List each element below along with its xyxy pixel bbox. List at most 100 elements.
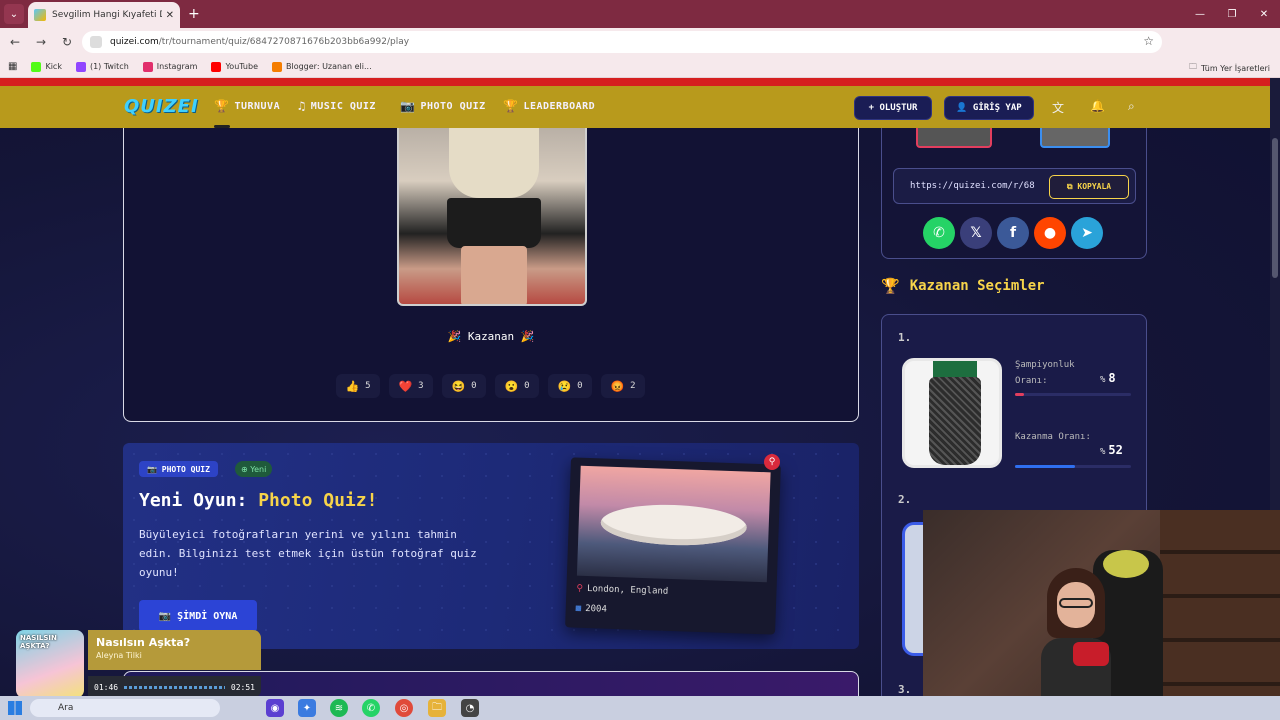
spotify-icon[interactable]: ≋ bbox=[330, 699, 348, 717]
kick-icon bbox=[31, 61, 42, 72]
site-favicon-icon bbox=[34, 9, 46, 21]
track-duration: 02:51 bbox=[230, 682, 255, 692]
reaction-laugh[interactable]: 😆 0 bbox=[442, 374, 486, 398]
youtube-icon bbox=[211, 61, 222, 72]
nav-photo-quiz[interactable]: 📷 PHOTO QUIZ bbox=[400, 99, 486, 113]
minimize-icon[interactable]: — bbox=[1184, 0, 1216, 28]
facebook-icon[interactable]: f bbox=[997, 217, 1029, 249]
reaction-wow[interactable]: 😮 0 bbox=[495, 374, 539, 398]
stadium-photo bbox=[576, 465, 771, 583]
streamer-webcam bbox=[923, 510, 1280, 696]
forward-icon[interactable]: → bbox=[30, 35, 52, 49]
address-bar[interactable]: quizei.com/tr/tournament/quiz/6847270871… bbox=[82, 31, 1162, 53]
folder-icon: 🗀 bbox=[1188, 62, 1197, 71]
new-badge: ⊕ Yeni bbox=[235, 461, 273, 477]
angry-icon: 😡 bbox=[610, 379, 625, 393]
nav-music-quiz[interactable]: ♫ MUSIC QUIZ bbox=[298, 99, 376, 113]
bookmark-blogger[interactable]: Blogger: Uzanan eli... bbox=[272, 61, 372, 72]
win-rate-label: Kazanma Oranı: bbox=[1015, 432, 1091, 442]
promo-title: Yeni Oyun: Photo Quiz! bbox=[139, 490, 378, 511]
trophy-icon: 🏆 bbox=[881, 277, 900, 295]
bookmark-twitch[interactable]: (1) Twitch bbox=[75, 61, 129, 72]
restore-icon[interactable]: ❐ bbox=[1216, 0, 1248, 28]
win-rate-value: % 52 bbox=[1100, 443, 1123, 457]
site-info-icon[interactable] bbox=[90, 36, 102, 48]
new-tab-button[interactable]: + bbox=[188, 6, 200, 22]
apps-grid-icon[interactable]: ▦ bbox=[8, 61, 17, 72]
blogger-icon bbox=[272, 61, 282, 72]
tab-search-button[interactable]: ⌄ bbox=[4, 4, 24, 24]
finalist-thumb-red bbox=[916, 128, 992, 148]
play-now-button[interactable]: 📷 ŞİMDİ OYNA bbox=[139, 600, 257, 632]
leaderboard-trophy-icon: 🏆 bbox=[503, 99, 519, 113]
tab-close-icon[interactable]: ✕ bbox=[166, 10, 174, 21]
album-cover: NASILSIN AŞKTA? bbox=[16, 630, 84, 698]
music-note-icon: ♫ bbox=[298, 99, 306, 113]
chrome-icon[interactable]: ◎ bbox=[395, 699, 413, 717]
back-icon[interactable]: ← bbox=[4, 35, 26, 49]
winner-1-image[interactable] bbox=[902, 358, 1002, 468]
tournament-result-card: 🎉 Kazanan 🎉 👍 5 ❤️ 3 😆 0 😮 0 😢 0 😡 2 bbox=[123, 128, 859, 422]
location-pin-icon: ⚲ bbox=[576, 583, 584, 594]
champion-rate-value: % 8 bbox=[1100, 371, 1116, 385]
photo-quiz-badge: 📷 PHOTO QUIZ bbox=[139, 461, 218, 477]
file-explorer-icon[interactable]: 🗀 bbox=[428, 699, 446, 717]
login-button[interactable]: 👤 GİRİŞ YAP bbox=[944, 96, 1034, 120]
song-title: Nasılsın Aşkta? bbox=[96, 636, 191, 649]
sample-photo-card: ⚲ London, England ▦ 2004 bbox=[565, 457, 781, 635]
sad-icon: 😢 bbox=[557, 379, 572, 393]
quizei-logo[interactable]: QUIZEI bbox=[124, 96, 199, 117]
browser-tab[interactable]: Sevgilim Hangi Kıyafeti Değerlendiriyor … bbox=[28, 2, 180, 28]
bookmark-instagram[interactable]: Instagram bbox=[142, 61, 197, 72]
reddit-icon[interactable]: ● bbox=[1034, 217, 1066, 249]
winners-heading: 🏆 Kazanan Seçimler bbox=[881, 277, 1045, 295]
copilot-icon[interactable]: ✦ bbox=[298, 699, 316, 717]
windows-start-icon[interactable] bbox=[8, 701, 22, 715]
instagram-icon bbox=[142, 61, 153, 72]
reload-icon[interactable]: ↻ bbox=[56, 35, 78, 49]
x-twitter-icon[interactable]: 𝕏 bbox=[960, 217, 992, 249]
share-link-field[interactable]: https://quizei.com/r/68 bbox=[910, 181, 1044, 191]
whatsapp-icon[interactable]: ✆ bbox=[923, 217, 955, 249]
language-icon[interactable]: 文 bbox=[1052, 99, 1064, 116]
calendar-icon: ▦ bbox=[575, 603, 582, 614]
copy-button[interactable]: ⧉ KOPYALA bbox=[1049, 175, 1129, 199]
rank-3: 3. bbox=[898, 683, 912, 696]
bookmark-youtube[interactable]: YouTube bbox=[211, 61, 258, 72]
telegram-icon[interactable]: ➤ bbox=[1071, 217, 1103, 249]
whatsapp-app-icon[interactable]: ✆ bbox=[362, 699, 380, 717]
bookmark-star-icon[interactable]: ☆ bbox=[1143, 34, 1154, 48]
reaction-bar: 👍 5 ❤️ 3 😆 0 😮 0 😢 0 😡 2 bbox=[336, 374, 654, 398]
scrollbar-thumb[interactable] bbox=[1272, 138, 1278, 278]
url-domain: quizei.com bbox=[110, 37, 159, 47]
song-artist: Aleyna Tilki bbox=[96, 651, 142, 660]
share-link-box: https://quizei.com/r/68 ⧉ KOPYALA bbox=[893, 168, 1136, 204]
bookmark-kick[interactable]: Kick bbox=[31, 61, 62, 72]
notification-bell-icon[interactable]: 🔔 bbox=[1090, 99, 1105, 113]
promo-description: Büyüleyici fotoğrafların yerini ve yılın… bbox=[139, 528, 477, 579]
nav-turnuva[interactable]: 🏆 TURNUVA bbox=[214, 99, 280, 113]
create-button[interactable]: + OLUŞTUR bbox=[854, 96, 932, 120]
obs-icon[interactable]: ◔ bbox=[461, 699, 479, 717]
close-window-icon[interactable]: ✕ bbox=[1248, 0, 1280, 28]
reaction-like[interactable]: 👍 5 bbox=[336, 374, 380, 398]
share-card: https://quizei.com/r/68 ⧉ KOPYALA ✆ 𝕏 f … bbox=[881, 128, 1147, 259]
reaction-angry[interactable]: 😡 2 bbox=[601, 374, 645, 398]
tab-title: Sevgilim Hangi Kıyafeti Değerlendiriyor bbox=[52, 10, 162, 20]
discord-icon[interactable]: ◉ bbox=[266, 699, 284, 717]
win-rate-bar bbox=[1015, 465, 1131, 468]
photo-year: ▦ 2004 bbox=[575, 603, 608, 615]
reaction-love[interactable]: ❤️ 3 bbox=[389, 374, 433, 398]
trophy-icon: 🏆 bbox=[214, 99, 230, 113]
heart-icon: ❤️ bbox=[398, 379, 413, 393]
wow-icon: 😮 bbox=[504, 379, 519, 393]
taskbar-search[interactable]: Ara bbox=[30, 699, 220, 717]
nav-leaderboard[interactable]: 🏆 LEADERBOARD bbox=[503, 99, 595, 113]
track-progress: 01:46 02:51 bbox=[88, 676, 261, 698]
photo-location: ⚲ London, England bbox=[576, 583, 669, 597]
all-bookmarks[interactable]: 🗀 Tüm Yer İşaretleri bbox=[1189, 61, 1270, 75]
url-path: /tr/tournament/quiz/6847270871676b203bb6… bbox=[158, 37, 410, 47]
reaction-sad[interactable]: 😢 0 bbox=[548, 374, 592, 398]
search-icon[interactable]: ⌕ bbox=[1128, 99, 1135, 114]
laugh-icon: 😆 bbox=[451, 379, 466, 393]
